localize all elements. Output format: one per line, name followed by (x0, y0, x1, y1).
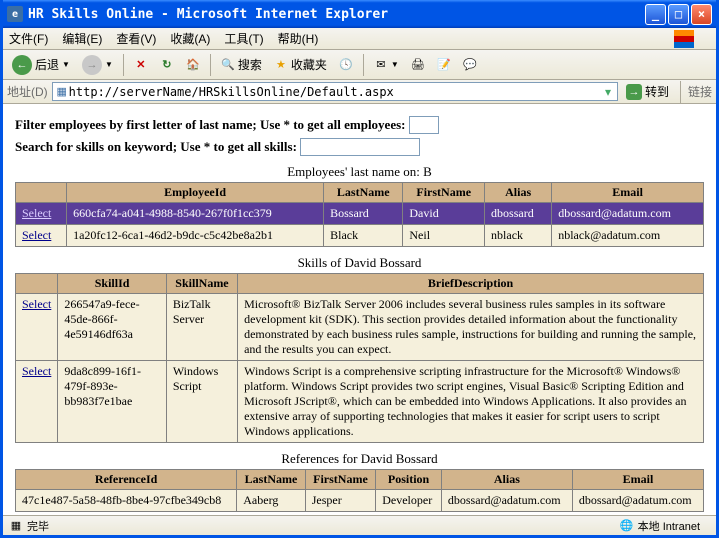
table-row: Select 9da8c899-16f1-479f-893e-bb983f7e1… (16, 361, 704, 443)
cell-skillname: Windows Script (166, 361, 237, 443)
window-titlebar: e HR Skills Online - Microsoft Internet … (3, 0, 716, 28)
cell-first: Jesper (305, 490, 376, 512)
discuss-button[interactable]: 💬 (458, 53, 482, 77)
edit-button[interactable]: 📝 (432, 53, 456, 77)
address-label: 地址(D) (7, 83, 48, 100)
menu-favorites[interactable]: 收藏(A) (170, 30, 210, 47)
cell-id: 660cfa74-a041-4988-8540-267f0f1cc379 (67, 203, 324, 225)
address-input[interactable] (69, 85, 601, 99)
col-skillname: SkillName (166, 274, 237, 294)
col-lastname: LastName (237, 470, 305, 490)
col-alias: Alias (485, 183, 552, 203)
col-lastname: LastName (324, 183, 403, 203)
toolbar: ←后退▼ →▼ ✕ ↻ 🏠 🔍搜索 ★收藏夹 🕓 ✉▼ 🖨 📝 💬 (3, 50, 716, 80)
references-table: ReferenceId LastName FirstName Position … (15, 469, 704, 512)
table-row: Select 660cfa74-a041-4988-8540-267f0f1cc… (16, 203, 704, 225)
status-bar: ▦ 完毕 🌐 本地 Intranet (3, 515, 716, 535)
menu-file[interactable]: 文件(F) (9, 30, 48, 47)
table-row: 47c1e487-5a58-48fb-8be4-97cfbe349cb8 Aab… (16, 490, 704, 512)
cell-first: Neil (403, 225, 485, 247)
cell-email: dbossard@adatum.com (572, 490, 703, 512)
menu-tools[interactable]: 工具(T) (224, 30, 263, 47)
col-firstname: FirstName (305, 470, 376, 490)
back-button[interactable]: ←后退▼ (7, 53, 75, 77)
col-alias: Alias (441, 470, 572, 490)
cell-alias: nblack (485, 225, 552, 247)
filter-keyword-input[interactable] (300, 138, 420, 156)
favorites-button[interactable]: ★收藏夹 (269, 53, 332, 77)
col-skillid: SkillId (58, 274, 167, 294)
cell-pos: Developer (376, 490, 442, 512)
filter-skills-label: Search for skills on keyword; Use * to g… (15, 139, 297, 154)
mail-button[interactable]: ✉▼ (369, 53, 404, 77)
stop-button[interactable]: ✕ (129, 53, 153, 77)
filter-employees-line: Filter employees by first letter of last… (15, 116, 704, 134)
cell-first: David (403, 203, 485, 225)
cell-last: Bossard (324, 203, 403, 225)
refresh-button[interactable]: ↻ (155, 53, 179, 77)
address-dropdown-button[interactable]: ▾ (601, 85, 615, 99)
window-minimize-button[interactable]: _ (645, 4, 666, 25)
cell-skillid: 266547a9-fece-45de-866f-4e59146df63a (58, 294, 167, 361)
menu-view[interactable]: 查看(V) (116, 30, 156, 47)
cell-id: 1a20fc12-6ca1-46d2-b9dc-c5c42be8a2b1 (67, 225, 324, 247)
col-blank (16, 274, 58, 294)
cell-refid: 47c1e487-5a58-48fb-8be4-97cfbe349cb8 (16, 490, 237, 512)
skills-table: SkillId SkillName BriefDescription Selec… (15, 273, 704, 443)
page-ready-icon: ▦ (9, 519, 23, 533)
page-content: Filter employees by first letter of last… (3, 104, 716, 515)
col-employeeid: EmployeeId (67, 183, 324, 203)
cell-email: nblack@adatum.com (552, 225, 704, 247)
menu-help[interactable]: 帮助(H) (278, 30, 319, 47)
col-email: Email (552, 183, 704, 203)
cell-alias: dbossard (485, 203, 552, 225)
cell-desc: Microsoft® BizTalk Server 2006 includes … (238, 294, 704, 361)
print-button[interactable]: 🖨 (406, 53, 430, 77)
ie-logo-icon (672, 29, 696, 49)
select-link[interactable]: Select (22, 206, 51, 220)
ie-page-icon: e (7, 6, 23, 22)
filter-letter-input[interactable] (409, 116, 439, 134)
home-button[interactable]: 🏠 (181, 53, 205, 77)
forward-button[interactable]: →▼ (77, 53, 118, 77)
zone-icon: 🌐 (620, 519, 634, 533)
cell-email: dbossard@adatum.com (552, 203, 704, 225)
cell-skillid: 9da8c899-16f1-479f-893e-bb983f7e1bae (58, 361, 167, 443)
go-button[interactable]: →转到 (622, 83, 673, 100)
filter-employees-label: Filter employees by first letter of last… (15, 117, 406, 132)
col-blank (16, 183, 67, 203)
select-link[interactable]: Select (22, 364, 51, 378)
menu-edit[interactable]: 编辑(E) (62, 30, 102, 47)
cell-alias: dbossard@adatum.com (441, 490, 572, 512)
col-email: Email (572, 470, 703, 490)
window-close-button[interactable]: × (691, 4, 712, 25)
menu-bar: 文件(F) 编辑(E) 查看(V) 收藏(A) 工具(T) 帮助(H) (3, 28, 716, 50)
col-position: Position (376, 470, 442, 490)
cell-desc: Windows Script is a comprehensive script… (238, 361, 704, 443)
references-caption: References for David Bossard (15, 451, 704, 467)
window-maximize-button[interactable]: □ (668, 4, 689, 25)
status-text: 完毕 (27, 518, 49, 534)
cell-skillname: BizTalk Server (166, 294, 237, 361)
col-firstname: FirstName (403, 183, 485, 203)
cell-last: Black (324, 225, 403, 247)
zone-text: 本地 Intranet (638, 518, 700, 534)
select-link[interactable]: Select (22, 297, 51, 311)
page-icon: ▦ (55, 85, 69, 99)
employees-table: EmployeeId LastName FirstName Alias Emai… (15, 182, 704, 247)
cell-last: Aaberg (237, 490, 305, 512)
filter-skills-line: Search for skills on keyword; Use * to g… (15, 138, 704, 156)
employees-caption: Employees' last name on: B (15, 164, 704, 180)
select-link[interactable]: Select (22, 228, 51, 242)
history-button[interactable]: 🕓 (334, 53, 358, 77)
table-row: Select 1a20fc12-6ca1-46d2-b9dc-c5c42be8a… (16, 225, 704, 247)
search-button[interactable]: 🔍搜索 (216, 53, 267, 77)
table-row: Select 266547a9-fece-45de-866f-4e59146df… (16, 294, 704, 361)
window-title: HR Skills Online - Microsoft Internet Ex… (28, 7, 388, 22)
col-refid: ReferenceId (16, 470, 237, 490)
col-desc: BriefDescription (238, 274, 704, 294)
links-label[interactable]: 链接 (688, 83, 712, 100)
address-bar: 地址(D) ▦ ▾ →转到 链接 (3, 80, 716, 104)
skills-caption: Skills of David Bossard (15, 255, 704, 271)
